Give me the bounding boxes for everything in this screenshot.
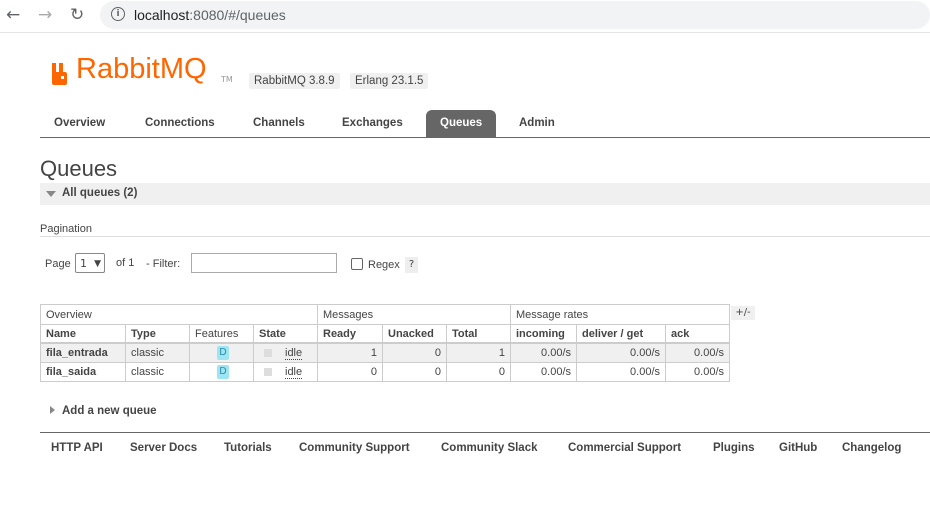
col-total[interactable]: Total: [446, 324, 511, 344]
footer-link-commercial-support[interactable]: Commercial Support: [568, 442, 681, 454]
back-arrow-icon[interactable]: ←: [6, 6, 20, 24]
version-badge: RabbitMQ 3.8.9: [249, 73, 340, 89]
rabbitmq-logo-icon: [52, 63, 67, 85]
col-deliver-get[interactable]: deliver / get: [576, 324, 666, 344]
table-row[interactable]: fila_saida classic D idle 0 0 0 0.00/s 0…: [40, 362, 730, 382]
tab-overview[interactable]: Overview: [40, 110, 119, 137]
footer-link-community-slack[interactable]: Community Slack: [441, 442, 538, 454]
footer-link-tutorials[interactable]: Tutorials: [224, 442, 272, 454]
page-label: Page: [45, 258, 71, 270]
durable-badge: D: [217, 346, 229, 360]
browser-toolbar: ← → ↻ i localhost:8080/#/queues: [0, 0, 930, 33]
unacked-count: 0: [382, 342, 447, 363]
chevron-down-icon: ▼: [94, 259, 101, 269]
reload-icon[interactable]: ↻: [70, 6, 84, 24]
add-new-queue-toggle[interactable]: Add a new queue: [62, 405, 157, 417]
state-indicator-icon: [264, 349, 272, 358]
col-name[interactable]: Name: [40, 324, 126, 344]
page-title: Queues: [40, 156, 118, 181]
footer-link-http-api[interactable]: HTTP API: [51, 442, 103, 454]
all-queues-section-header[interactable]: All queues (2): [40, 183, 930, 205]
url-text[interactable]: localhost:8080/#/queues: [134, 7, 286, 23]
tab-connections[interactable]: Connections: [131, 110, 229, 137]
tab-admin[interactable]: Admin: [505, 110, 569, 137]
footer-link-community-support[interactable]: Community Support: [299, 442, 410, 454]
erlang-badge: Erlang 23.1.5: [350, 73, 429, 89]
footer-link-server-docs[interactable]: Server Docs: [130, 442, 197, 454]
main-tabs: Overview Connections Channels Exchanges …: [40, 110, 930, 138]
ack-rate: 0.00/s: [665, 362, 730, 382]
queue-type: classic: [125, 362, 190, 382]
section-title: All queues (2): [62, 187, 138, 199]
pagination-divider: [40, 236, 930, 237]
footer-link-changelog[interactable]: Changelog: [842, 442, 901, 454]
footer-link-plugins[interactable]: Plugins: [713, 442, 755, 454]
filter-label: - Filter:: [146, 258, 181, 270]
group-overview: Overview: [40, 304, 318, 325]
tab-exchanges[interactable]: Exchanges: [328, 110, 417, 137]
incoming-rate: 0.00/s: [510, 362, 577, 382]
deliver-rate: 0.00/s: [576, 342, 666, 363]
queues-table: Overview Messages Message rates Name Typ…: [40, 304, 730, 382]
expand-triangle-icon: [50, 406, 55, 414]
col-state[interactable]: State: [253, 324, 318, 344]
info-icon[interactable]: i: [111, 7, 125, 21]
page-count: of 1: [116, 257, 135, 269]
forward-arrow-icon[interactable]: →: [38, 6, 52, 24]
queue-features: D: [189, 362, 254, 382]
col-ready[interactable]: Ready: [317, 324, 383, 344]
total-count: 0: [446, 362, 511, 382]
col-incoming[interactable]: incoming: [510, 324, 577, 344]
queue-state: idle: [253, 362, 318, 382]
filter-input[interactable]: [191, 253, 337, 273]
help-button[interactable]: ?: [405, 257, 418, 273]
footer-link-github[interactable]: GitHub: [779, 442, 817, 454]
col-type[interactable]: Type: [125, 324, 190, 344]
regex-label: Regex: [368, 259, 400, 271]
footer-divider: [40, 432, 930, 433]
group-message-rates: Message rates: [510, 304, 730, 325]
table-row[interactable]: fila_entrada classic D idle 1 0 1 0.00/s…: [40, 342, 730, 363]
incoming-rate: 0.00/s: [510, 342, 577, 363]
collapse-triangle-icon: [46, 191, 56, 197]
columns-toggle-button[interactable]: +/-: [731, 306, 755, 320]
state-indicator-icon: [264, 368, 272, 377]
regex-checkbox[interactable]: [351, 258, 363, 270]
queue-type: classic: [125, 342, 190, 363]
table-column-header-row: Name Type Features State Ready Unacked T…: [40, 324, 730, 344]
deliver-rate: 0.00/s: [576, 362, 666, 382]
durable-badge: D: [217, 365, 229, 379]
queue-name-link[interactable]: fila_saida: [40, 362, 126, 382]
queue-name-link[interactable]: fila_entrada: [40, 342, 126, 363]
brand-name: RabbitMQ: [76, 53, 207, 85]
tab-queues[interactable]: Queues: [426, 110, 497, 137]
page-select[interactable]: 1 ▼: [75, 253, 105, 273]
queue-state: idle: [253, 342, 318, 363]
unacked-count: 0: [382, 362, 447, 382]
ack-rate: 0.00/s: [665, 342, 730, 363]
queue-features: D: [189, 342, 254, 363]
tab-channels[interactable]: Channels: [239, 110, 319, 137]
total-count: 1: [446, 342, 511, 363]
page-select-value: 1: [80, 257, 87, 270]
trademark: TM: [221, 75, 233, 84]
col-unacked[interactable]: Unacked: [382, 324, 447, 344]
col-ack[interactable]: ack: [665, 324, 730, 344]
group-messages: Messages: [317, 304, 511, 325]
pagination-label: Pagination: [40, 223, 92, 235]
ready-count: 1: [317, 342, 383, 363]
table-group-header-row: Overview Messages Message rates: [40, 304, 730, 325]
col-features: Features: [189, 324, 254, 344]
ready-count: 0: [317, 362, 383, 382]
